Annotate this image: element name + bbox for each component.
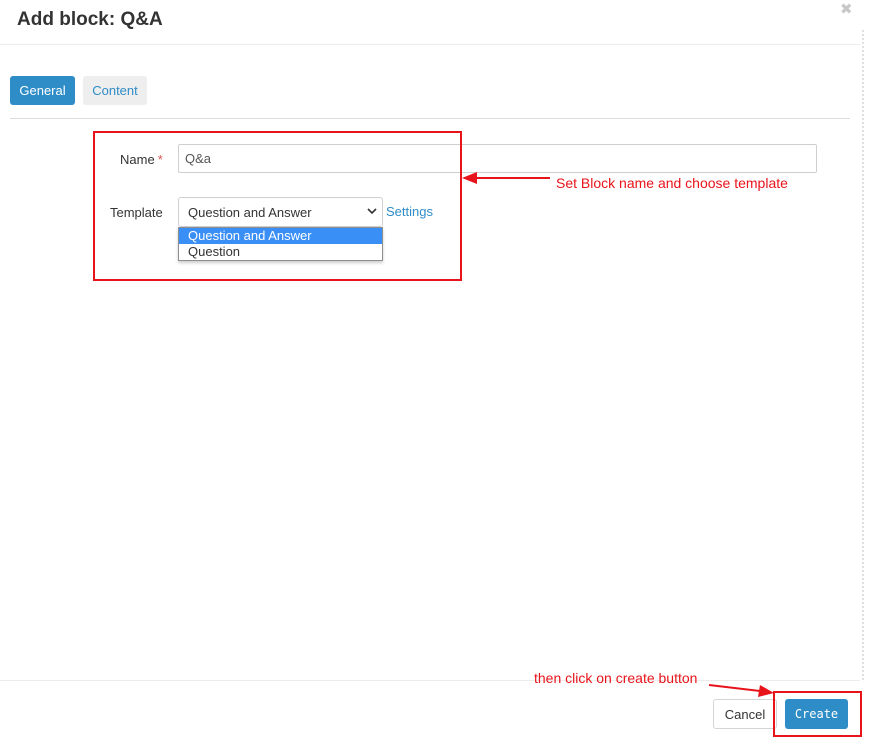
- tab-general[interactable]: General: [10, 76, 75, 105]
- template-dropdown-list: Question and Answer Question: [178, 227, 383, 261]
- annotation-form-note: Set Block name and choose template: [556, 175, 788, 191]
- cancel-button[interactable]: Cancel: [713, 699, 777, 729]
- annotation-create-note: then click on create button: [534, 670, 698, 686]
- template-option-question[interactable]: Question: [179, 244, 382, 260]
- scroll-edge-divider: [862, 30, 864, 680]
- tab-bar: General Content: [10, 76, 850, 119]
- dialog-header: Add block: Q&A: [0, 0, 860, 45]
- annotation-box-create: [773, 691, 862, 737]
- close-icon[interactable]: ✖: [840, 2, 853, 18]
- arrow-to-form-icon: [462, 172, 550, 184]
- template-option-question-and-answer[interactable]: Question and Answer: [179, 228, 382, 244]
- tab-content[interactable]: Content: [83, 76, 147, 105]
- add-block-dialog: Add block: Q&A ✖ General Content Name* T…: [0, 0, 877, 741]
- dialog-title: Add block: Q&A: [17, 9, 163, 30]
